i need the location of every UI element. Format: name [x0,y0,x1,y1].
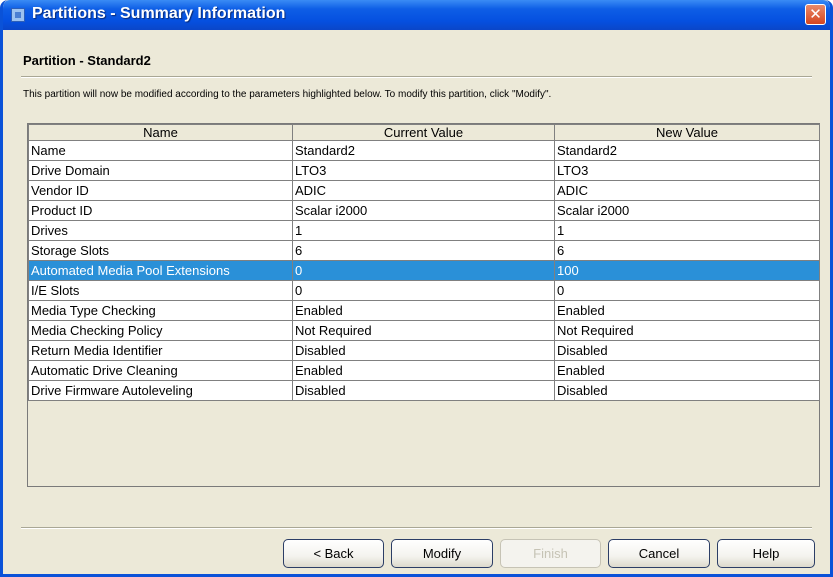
dialog-window: Partitions - Summary Information ✕ Parti… [0,0,833,577]
table-row[interactable]: Vendor ID ADIC ADIC [28,180,820,201]
cell-current-value: Not Required [292,320,555,341]
cell-name: Automatic Drive Cleaning [28,360,293,381]
cell-current-value: 6 [292,240,555,261]
cell-new-value: ADIC [554,180,820,201]
cell-new-value: Disabled [554,380,820,401]
cell-name: Media Checking Policy [28,320,293,341]
partition-heading: Partition - Standard2 [23,53,151,68]
cell-name: Product ID [28,200,293,221]
cell-name: Return Media Identifier [28,340,293,361]
cell-name: Vendor ID [28,180,293,201]
table-row[interactable]: Media Type Checking Enabled Enabled [28,300,820,321]
cell-current-value: Scalar i2000 [292,200,555,221]
column-header-current-value[interactable]: Current Value [292,124,555,141]
divider [21,76,812,78]
cell-new-value: 6 [554,240,820,261]
cell-name: I/E Slots [28,280,293,301]
app-icon [11,8,25,22]
modify-button[interactable]: Modify [391,539,493,568]
cell-new-value: LTO3 [554,160,820,181]
table-row[interactable]: Storage Slots 6 6 [28,240,820,261]
cell-current-value: LTO3 [292,160,555,181]
cell-new-value: Disabled [554,340,820,361]
table-row[interactable]: I/E Slots 0 0 [28,280,820,301]
title-bar[interactable]: Partitions - Summary Information ✕ [3,0,830,30]
cell-name: Drive Firmware Autoleveling [28,380,293,401]
cell-new-value: 100 [554,260,820,281]
cell-name: Storage Slots [28,240,293,261]
cell-new-value: Scalar i2000 [554,200,820,221]
help-button[interactable]: Help [717,539,815,568]
cell-current-value: 1 [292,220,555,241]
column-header-new-value[interactable]: New Value [554,124,820,141]
table-row[interactable]: Drive Domain LTO3 LTO3 [28,160,820,181]
cell-name: Name [28,140,293,161]
cell-current-value: 0 [292,260,555,281]
column-header-name[interactable]: Name [28,124,293,141]
cell-current-value: Disabled [292,340,555,361]
cell-current-value: Enabled [292,300,555,321]
cell-new-value: 0 [554,280,820,301]
cell-name: Drives [28,220,293,241]
back-button[interactable]: < Back [283,539,384,568]
cell-current-value: Standard2 [292,140,555,161]
table-row[interactable]: Drive Firmware Autoleveling Disabled Disab… [28,380,820,401]
description-text: This partition will now be modified acco… [23,89,552,100]
table-row-highlighted[interactable]: Automated Media Pool Extensions 0 100 [28,260,820,281]
table-header-row: Name Current Value New Value [28,124,820,141]
cell-name: Automated Media Pool Extensions [28,260,293,281]
cell-new-value: Enabled [554,360,820,381]
table-row[interactable]: Return Media Identifier Disabled Disabled [28,340,820,361]
cell-new-value: Enabled [554,300,820,321]
cell-name: Drive Domain [28,160,293,181]
finish-button[interactable]: Finish [500,539,601,568]
window-title: Partitions - Summary Information [32,5,286,22]
divider [21,527,812,529]
cell-new-value: 1 [554,220,820,241]
cell-new-value: Not Required [554,320,820,341]
close-button[interactable]: ✕ [805,4,826,25]
cell-name: Media Type Checking [28,300,293,321]
cell-current-value: ADIC [292,180,555,201]
table-row[interactable]: Drives 1 1 [28,220,820,241]
cell-current-value: Enabled [292,360,555,381]
cancel-button[interactable]: Cancel [608,539,710,568]
table-row[interactable]: Product ID Scalar i2000 Scalar i2000 [28,200,820,221]
cell-current-value: 0 [292,280,555,301]
table-row[interactable]: Media Checking Policy Not Required Not Req… [28,320,820,341]
button-bar: < Back Modify Finish Cancel Help [3,539,830,569]
table-row[interactable]: Automatic Drive Cleaning Enabled Enabled [28,360,820,381]
summary-table: Name Current Value New Value Name Standar… [27,123,820,487]
cell-new-value: Standard2 [554,140,820,161]
table-row[interactable]: Name Standard2 Standard2 [28,140,820,161]
cell-current-value: Disabled [292,380,555,401]
